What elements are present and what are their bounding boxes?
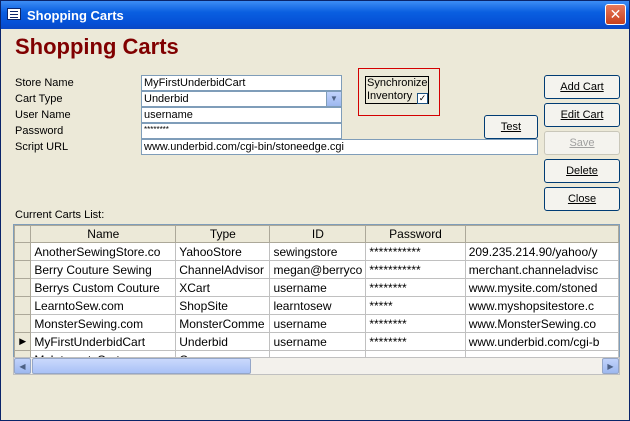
column-header-id[interactable]: ID [269,225,367,243]
close-button[interactable]: Close [544,187,620,211]
cell-url[interactable]: www.underbid.com/cgi-b [464,332,619,351]
grid-header-row: Name Type ID Password [14,225,619,243]
cell-name[interactable]: Berry Couture Sewing [30,260,177,279]
cell-type[interactable]: XCart [175,278,271,297]
cell-name[interactable]: MyFirstUnderbidCart [30,332,177,351]
add-cart-button[interactable]: Add Cart [544,75,620,99]
save-button[interactable]: Save [544,131,620,155]
cell-id[interactable]: username [269,314,367,333]
sync-inventory-highlight: Synchronize Inventory ✓ [358,68,440,116]
cell-type[interactable]: ChannelAdvisor [175,260,271,279]
edit-cart-button[interactable]: Edit Cart [544,103,620,127]
column-header-type[interactable]: Type [175,225,271,243]
sync-inventory-checkbox[interactable]: ✓ [417,93,428,104]
cell-name[interactable]: AnotherSewingStore.co [30,242,177,261]
scroll-left-icon[interactable]: ◀ [14,358,31,374]
cell-id[interactable]: megan@berryco [269,260,367,279]
cell-password[interactable]: ***** [365,296,466,315]
cell-password[interactable]: ******** [365,332,466,351]
test-button[interactable]: Test [484,115,538,139]
cell-url[interactable]: www.mysite.com/stoned [464,278,619,297]
cell-url[interactable]: 209.235.214.90/yahoo/y [464,242,619,261]
cell-password[interactable]: ******** [365,314,466,333]
store-name-field[interactable]: MyFirstUnderbidCart [141,75,342,91]
sync-inventory-group[interactable]: Synchronize Inventory ✓ [365,76,429,104]
column-header-name[interactable]: Name [30,225,177,243]
row-selector-header [14,225,32,243]
horizontal-scrollbar[interactable]: ◀ ▶ [13,357,620,375]
cell-type[interactable]: Underbid [175,332,271,351]
user-name-label: User Name [15,109,71,121]
row-selector[interactable] [14,314,32,333]
cell-type[interactable]: MonsterComme [175,314,271,333]
row-selector[interactable] [14,278,32,297]
store-name-label: Store Name [15,77,74,89]
cell-name[interactable]: Berrys Custom Couture [30,278,177,297]
row-selector[interactable] [14,260,32,279]
window-title: Shopping Carts [27,8,124,23]
table-row-current[interactable]: ▶ MyFirstUnderbidCart Underbid username … [14,332,619,351]
form-icon [7,8,21,20]
close-window-button[interactable]: ✕ [605,4,626,25]
column-header-password[interactable]: Password [365,225,466,243]
table-row[interactable]: Berrys Custom Couture XCart username ***… [14,278,619,297]
cart-type-label: Cart Type [15,93,63,105]
table-row[interactable]: Berry Couture Sewing ChannelAdvisor mega… [14,260,619,279]
chevron-down-icon[interactable]: ▼ [326,92,341,106]
table-row[interactable]: LearntoSew.com ShopSite learntosew *****… [14,296,619,315]
title-bar[interactable]: Shopping Carts ✕ [1,1,629,29]
cell-id[interactable]: username [269,332,367,351]
carts-list-label: Current Carts List: [15,209,105,221]
cell-id[interactable]: learntosew [269,296,367,315]
cell-id[interactable]: username [269,278,367,297]
cell-password[interactable]: ******** [365,278,466,297]
scroll-right-icon[interactable]: ▶ [602,358,619,374]
cell-url[interactable]: merchant.channeladvisc [464,260,619,279]
delete-button[interactable]: Delete [544,159,620,183]
cell-url[interactable]: www.myshopsitestore.c [464,296,619,315]
cell-type[interactable]: YahooStore [175,242,271,261]
cell-url[interactable]: www.MonsterSewing.co [464,314,619,333]
cell-name[interactable]: LearntoSew.com [30,296,177,315]
row-selector[interactable] [14,296,32,315]
current-row-marker-icon[interactable]: ▶ [14,332,32,351]
column-header-url[interactable] [464,225,619,243]
carts-grid[interactable]: Name Type ID Password AnotherSewingStore… [13,224,620,375]
cart-type-select[interactable]: Underbid ▼ [141,91,342,107]
cart-type-value: Underbid [144,93,189,105]
password-label: Password [15,125,64,137]
shopping-carts-window: Shopping Carts ✕ Shopping Carts Store Na… [0,0,630,421]
cell-password[interactable]: *********** [365,242,466,261]
cell-type[interactable]: ShopSite [175,296,271,315]
password-field[interactable]: ******** [141,123,342,139]
page-title: Shopping Carts [15,34,179,59]
table-row[interactable]: AnotherSewingStore.co YahooStore sewings… [14,242,619,261]
sync-label-line1: Synchronize [367,77,428,89]
user-name-field[interactable]: username [141,107,342,123]
cell-name[interactable]: MonsterSewing.com [30,314,177,333]
cell-id[interactable]: sewingstore [269,242,367,261]
script-url-label: Script URL [15,141,69,153]
cell-password[interactable]: *********** [365,260,466,279]
scroll-thumb[interactable] [32,358,251,374]
table-row[interactable]: MonsterSewing.com MonsterComme username … [14,314,619,333]
script-url-field[interactable]: www.underbid.com/cgi-bin/stoneedge.cgi [141,139,538,155]
row-selector[interactable] [14,242,32,261]
